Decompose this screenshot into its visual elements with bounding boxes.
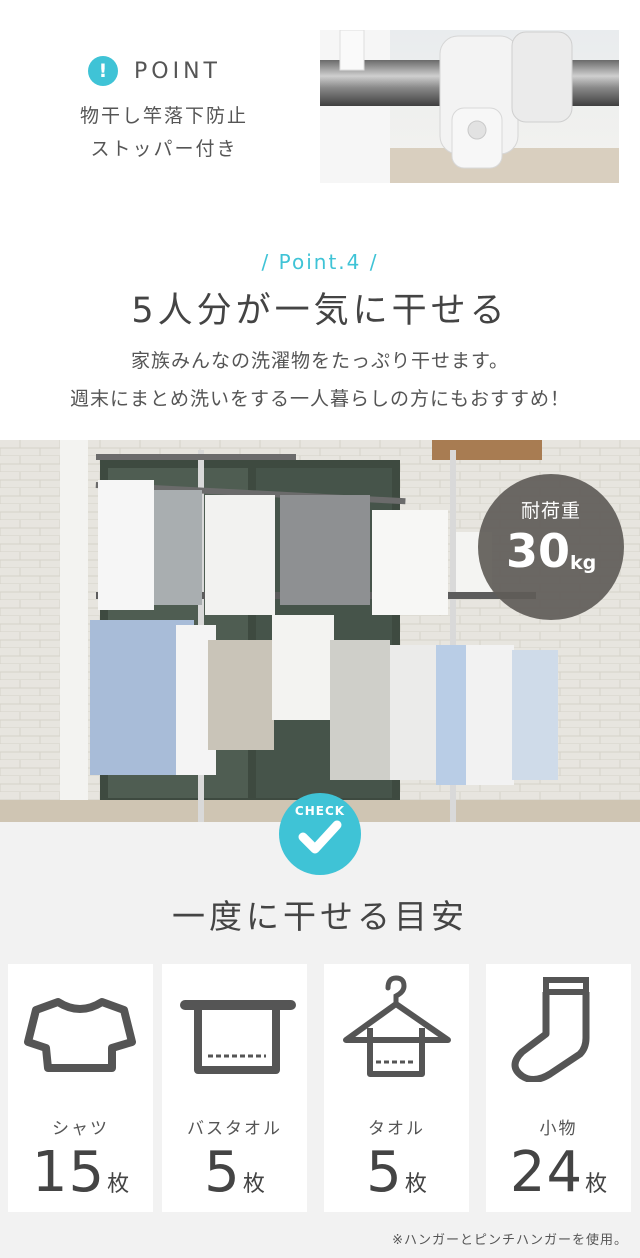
guide-card-count: 5枚 [324, 1140, 469, 1205]
guide-card-label: シャツ [52, 1119, 109, 1139]
point4-description: 家族みんなの洗濯物をたっぷり干せます。 週末にまとめ洗いをする一人暮らしの方にも… [0, 342, 640, 418]
guide-card-bath-towel: バスタオル 5枚 [162, 964, 307, 1212]
guide-title: 一度に干せる目安 [172, 897, 468, 936]
guide-card-count: 24枚 [486, 1140, 631, 1205]
guide-card-unit: 枚 [585, 1172, 608, 1197]
point-description: 物干し竿落下防止 ストッパー付き [40, 100, 288, 166]
bath-towel-icon [180, 1000, 296, 1074]
guide-card-unit: 枚 [242, 1172, 265, 1197]
guide-card-number: 5 [366, 1140, 403, 1205]
guide-card-unit: 枚 [107, 1172, 130, 1197]
guide-card-towel: タオル 5枚 [324, 964, 469, 1212]
guide-footnote: ※ハンガーとピンチハンガーを使用。 [392, 1233, 628, 1248]
shirt-icon [24, 998, 136, 1072]
point-block: ! POINT 物干し竿落下防止 ストッパー付き [0, 0, 320, 210]
point-desc-line: 物干し竿落下防止 [79, 105, 248, 127]
check-badge: CHECK [279, 793, 361, 875]
guide-card-unit: 枚 [404, 1172, 427, 1197]
guide-card-small-items: 小物 24枚 [486, 964, 631, 1212]
load-capacity-badge: 耐荷重 30 kg [478, 474, 624, 620]
guide-card-number: 5 [204, 1140, 241, 1205]
checkmark-icon [298, 820, 342, 854]
point4-desc-line: 週末にまとめ洗いをする一人暮らしの方にもおすすめ！ [69, 388, 570, 410]
guide-card-number: 15 [31, 1140, 106, 1205]
guide-card-number: 24 [509, 1140, 584, 1205]
point4-desc-line: 家族みんなの洗濯物をたっぷり干せます。 [130, 350, 510, 372]
guide-card-shirt: シャツ 15枚 [8, 964, 153, 1212]
guide-card-count: 15枚 [8, 1140, 153, 1205]
load-capacity-unit: kg [570, 552, 597, 574]
stopper-detail-photo [320, 30, 619, 183]
guide-card-label: タオル [368, 1119, 425, 1139]
towel-hanger-icon [343, 975, 451, 1077]
point-heading: ! POINT [88, 56, 221, 86]
sock-icon [511, 977, 590, 1082]
guide-card-label: バスタオル [187, 1119, 282, 1139]
guide-card-label: 小物 [539, 1119, 578, 1139]
load-capacity-label: 耐荷重 [520, 500, 581, 522]
exclamation-icon: ! [88, 56, 118, 86]
point4-title: 5人分が一気に干せる [131, 291, 509, 331]
point-desc-line: ストッパー付き [90, 138, 238, 160]
guide-card-count: 5枚 [162, 1140, 307, 1205]
point4-label: / Point.4 / [261, 250, 379, 274]
point-heading-label: POINT [134, 58, 221, 84]
load-capacity-value: 30 [506, 524, 571, 578]
